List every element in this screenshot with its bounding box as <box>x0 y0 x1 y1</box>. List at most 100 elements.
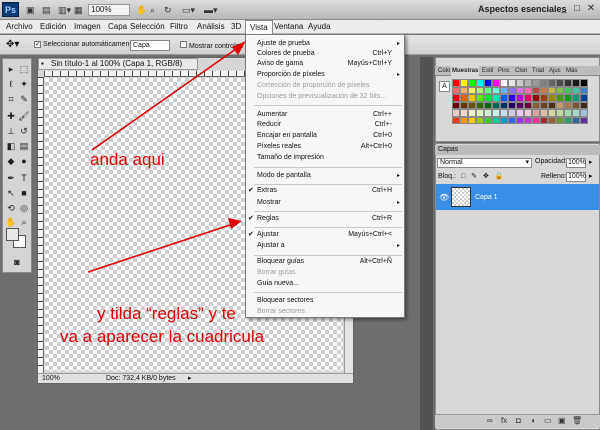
color-swatch[interactable] <box>532 101 540 109</box>
fill-input[interactable]: 100% <box>566 172 586 182</box>
color-swatch[interactable] <box>572 116 580 124</box>
guides-icon[interactable]: ▥▾ <box>58 4 71 16</box>
menu-analisis[interactable]: Análisis <box>193 20 229 34</box>
color-swatch[interactable] <box>540 109 548 117</box>
blend-mode-select[interactable]: Normal ▾ <box>437 158 532 168</box>
menu-item-ajustar[interactable]: ✔ Ajustar Mayús+Ctrl+< <box>246 230 404 240</box>
menu-item-aumentar[interactable]: Aumentar Ctrl++ <box>246 110 404 120</box>
color-swatch[interactable] <box>524 109 532 117</box>
status-arrow-icon[interactable]: ▸ <box>188 374 192 383</box>
crop-tool-icon[interactable]: ⌗ <box>5 93 17 105</box>
color-swatch[interactable] <box>484 101 492 109</box>
menu-imagen[interactable]: Imagen <box>70 20 105 34</box>
tab-styles[interactable]: Estil <box>481 66 494 76</box>
tab-adjustments[interactable]: Ajus <box>548 66 562 76</box>
color-swatch[interactable] <box>580 94 588 102</box>
healing-brush-tool-icon[interactable]: ✚ <box>5 110 17 122</box>
color-swatch[interactable] <box>564 79 572 87</box>
color-swatch[interactable] <box>500 86 508 94</box>
layers-panel-header[interactable]: Capas <box>435 145 600 155</box>
tab-tracing[interactable]: Trad <box>531 66 545 76</box>
tab-more[interactable]: Más <box>565 66 578 76</box>
fill-slider-icon[interactable]: ▸ <box>589 172 593 180</box>
menu-item-reglas[interactable]: ✔ Reglas Ctrl+R <box>246 214 404 224</box>
clone-stamp-tool-icon[interactable]: ⊥ <box>5 125 17 137</box>
color-swatch[interactable] <box>516 79 524 87</box>
path-selection-tool-icon[interactable]: ↖ <box>5 187 17 199</box>
color-swatch[interactable] <box>460 109 468 117</box>
menu-item-ajustar-a[interactable]: Ajustar a ▸ <box>246 241 404 251</box>
color-swatch[interactable] <box>492 86 500 94</box>
color-swatch[interactable] <box>516 101 524 109</box>
color-swatch[interactable] <box>484 79 492 87</box>
color-swatch[interactable] <box>508 86 516 94</box>
menu-3d[interactable]: 3D <box>227 20 245 34</box>
lasso-tool-icon[interactable]: ℓ <box>5 78 17 90</box>
color-swatch[interactable] <box>452 101 460 109</box>
color-swatch[interactable] <box>452 79 460 87</box>
color-swatch[interactable] <box>524 94 532 102</box>
color-swatch[interactable] <box>548 109 556 117</box>
color-swatch[interactable] <box>572 94 580 102</box>
color-swatch[interactable] <box>524 86 532 94</box>
color-swatch[interactable] <box>452 94 460 102</box>
eraser-tool-icon[interactable]: ◧ <box>5 140 17 152</box>
minimize-icon[interactable]: _ <box>558 3 570 15</box>
eye-icon[interactable]: 👁 <box>439 193 449 202</box>
color-swatch[interactable] <box>452 116 460 124</box>
zoom-tool-icon[interactable]: ⌕ <box>18 216 30 228</box>
3d-rotate-tool-icon[interactable]: ⟲ <box>5 202 17 214</box>
color-swatch[interactable] <box>516 86 524 94</box>
color-swatch[interactable] <box>572 109 580 117</box>
color-swatch[interactable] <box>532 109 540 117</box>
layer-style-icon[interactable]: fx <box>501 416 507 425</box>
menu-item-opciones-previsualizacion[interactable]: Opciones de previsualización de 32 bits.… <box>246 92 404 102</box>
tab-brushes[interactable]: Pinc <box>497 66 511 76</box>
color-swatch[interactable] <box>532 79 540 87</box>
layer-name[interactable]: Capa 1 <box>475 194 498 201</box>
color-swatch[interactable] <box>572 79 580 87</box>
color-swatch[interactable] <box>484 94 492 102</box>
color-swatch[interactable] <box>564 86 572 94</box>
menu-ventana[interactable]: Ventana <box>270 20 307 34</box>
lock-options-icons[interactable]: □ ✎ ✥ 🔒 <box>461 172 506 180</box>
color-swatch[interactable] <box>452 109 460 117</box>
color-swatch[interactable] <box>516 94 524 102</box>
color-swatch[interactable] <box>476 101 484 109</box>
hand-tool-icon[interactable]: ✋ <box>136 4 147 16</box>
close-icon[interactable]: ✕ <box>585 3 597 15</box>
color-swatch[interactable] <box>564 94 572 102</box>
workspace-switcher[interactable]: Aspectos esenciales <box>478 4 567 14</box>
layer-mask-icon[interactable]: ◘ <box>516 416 521 425</box>
color-swatch[interactable] <box>508 116 516 124</box>
vertical-ruler[interactable] <box>38 77 44 373</box>
magic-wand-tool-icon[interactable]: ✦ <box>18 78 30 90</box>
quick-mask-icon[interactable]: ◙ <box>11 256 23 268</box>
screen-mode-icon[interactable]: ▬▾ <box>204 4 218 16</box>
color-swatch[interactable] <box>460 94 468 102</box>
swatch-panel-icon[interactable]: A <box>439 81 450 92</box>
color-swatch[interactable] <box>468 94 476 102</box>
history-brush-tool-icon[interactable]: ↺ <box>18 125 30 137</box>
menu-item-borrar-sectores[interactable]: Borrar sectores <box>246 307 404 317</box>
color-swatch[interactable] <box>548 94 556 102</box>
shape-tool-icon[interactable]: ■ <box>18 187 30 199</box>
3d-orbit-tool-icon[interactable]: ◎ <box>18 202 30 214</box>
color-swatch[interactable] <box>556 86 564 94</box>
maximize-icon[interactable]: □ <box>571 3 583 15</box>
menu-item-borrar-guias[interactable]: Borrar guías <box>246 268 404 278</box>
color-swatch[interactable] <box>516 116 524 124</box>
pen-tool-icon[interactable]: ✒ <box>5 172 17 184</box>
color-swatch[interactable] <box>572 86 580 94</box>
color-swatch[interactable] <box>524 79 532 87</box>
mini-bridge-icon[interactable]: ▤ <box>42 4 51 16</box>
new-layer-icon[interactable]: ▣ <box>558 416 566 425</box>
menu-ayuda[interactable]: Ayuda <box>304 20 335 34</box>
menu-item-pixeles-reales[interactable]: Píxeles reales Alt+Ctrl+0 <box>246 142 404 152</box>
color-swatch[interactable] <box>548 101 556 109</box>
color-swatch[interactable] <box>580 109 588 117</box>
menu-archivo[interactable]: Archivo <box>2 20 37 34</box>
show-transform-controls-checkbox[interactable]: Mostrar controles tra <box>180 41 253 50</box>
color-swatch[interactable] <box>492 109 500 117</box>
menu-edicion[interactable]: Edición <box>36 20 70 34</box>
